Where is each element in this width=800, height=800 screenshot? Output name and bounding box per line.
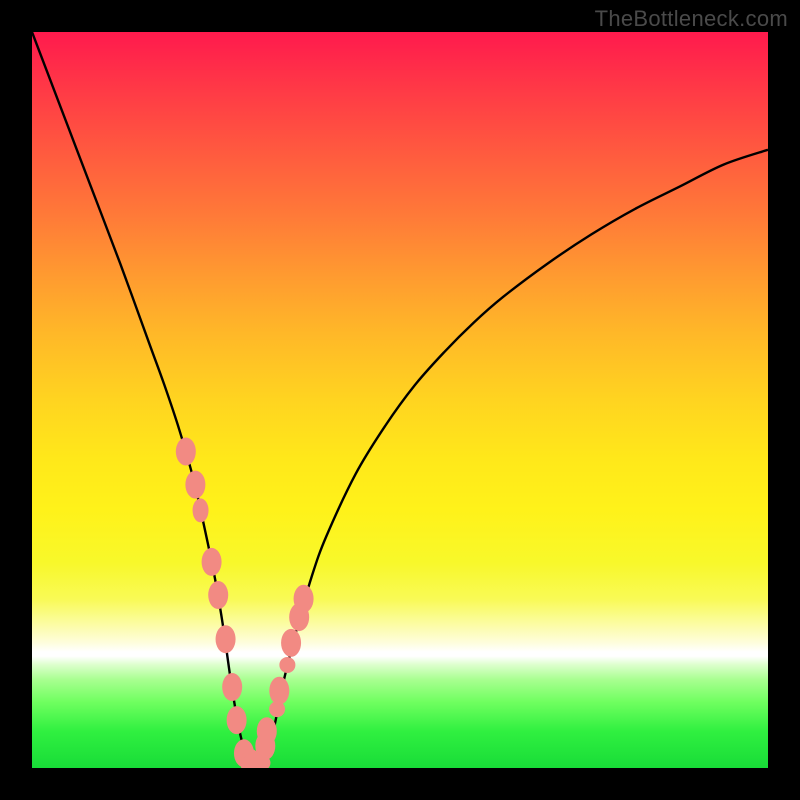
data-point	[193, 498, 209, 522]
data-point	[257, 717, 277, 745]
data-point	[227, 706, 247, 734]
data-point	[185, 471, 205, 499]
data-point	[216, 625, 236, 653]
bottleneck-curve	[32, 32, 768, 766]
points-group	[176, 438, 314, 768]
data-point	[222, 673, 242, 701]
data-point	[269, 677, 289, 705]
data-point	[279, 657, 295, 673]
watermark-text: TheBottleneck.com	[595, 6, 788, 32]
data-point	[176, 438, 196, 466]
data-point	[294, 585, 314, 613]
data-point	[281, 629, 301, 657]
chart-svg	[32, 32, 768, 768]
data-point	[202, 548, 222, 576]
data-point	[208, 581, 228, 609]
plot-area	[32, 32, 768, 768]
chart-frame: TheBottleneck.com	[0, 0, 800, 800]
